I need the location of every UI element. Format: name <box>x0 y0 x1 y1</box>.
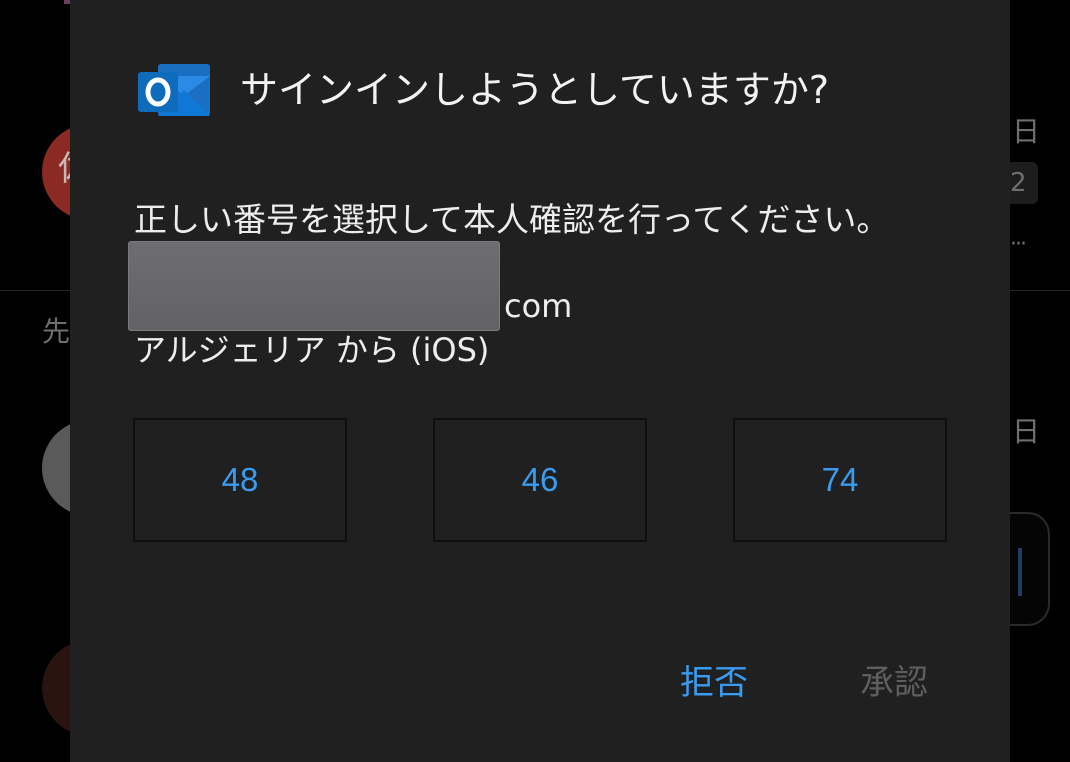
screen: 佐 日 2 ··· 先 日 サインインしようとしていますか? 正しい番号を選択し… <box>0 0 1070 762</box>
background-section-label: 先 <box>42 315 71 348</box>
number-choice-1[interactable]: 48 <box>133 418 347 542</box>
number-choice-3[interactable]: 74 <box>733 418 947 542</box>
sign-in-location: アルジェリア から (iOS) <box>134 331 490 369</box>
dialog-title: サインインしようとしていますか? <box>240 68 830 112</box>
sign-in-approval-dialog: サインインしようとしていますか? 正しい番号を選択して本人確認を行ってください。… <box>70 0 1010 762</box>
instruction-text: 正しい番号を選択して本人確認を行ってください。 <box>134 200 890 239</box>
background-date-label: 日 <box>1012 415 1041 448</box>
redacted-email-block <box>128 241 500 331</box>
email-address-suffix: com <box>504 287 573 325</box>
deny-button[interactable]: 拒否 <box>680 666 748 700</box>
background-more-icon: ··· <box>1010 232 1027 257</box>
outlook-icon <box>138 64 210 116</box>
dialog-header: サインインしようとしていますか? <box>136 54 829 126</box>
approve-button[interactable]: 承認 <box>860 666 928 700</box>
background-date-label: 日 <box>1012 115 1041 148</box>
number-choice-2[interactable]: 46 <box>433 418 647 542</box>
